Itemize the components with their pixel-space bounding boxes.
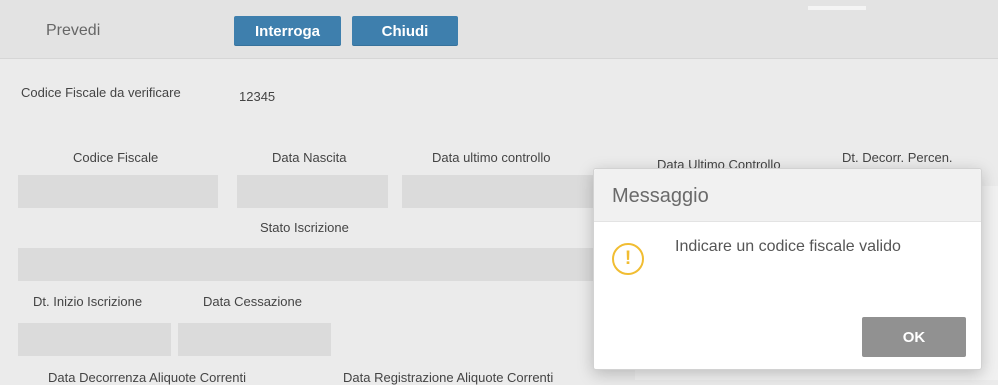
data-ultimo-controllo-header: Data ultimo controllo bbox=[432, 150, 551, 165]
data-nascita-field[interactable] bbox=[237, 175, 388, 208]
ok-button[interactable]: OK bbox=[862, 317, 966, 357]
codice-fiscale-value: 12345 bbox=[239, 89, 276, 104]
codice-fiscale-header: Codice Fiscale bbox=[73, 150, 159, 165]
data-ultimo-controllo-field[interactable] bbox=[402, 175, 602, 208]
codice-fiscale-da-verificare-label: Codice Fiscale da verificare bbox=[21, 85, 181, 100]
data-decorrenza-aliquote-label: Data Decorrenza Aliquote Correnti bbox=[48, 370, 246, 385]
data-cessazione-label: Data Cessazione bbox=[203, 294, 302, 309]
toolbar-title: Prevedi bbox=[46, 22, 101, 39]
dialog-title: Messaggio bbox=[612, 185, 709, 207]
dt-inizio-iscrizione-field[interactable] bbox=[18, 323, 171, 356]
data-cessazione-field[interactable] bbox=[178, 323, 331, 356]
dt-inizio-iscrizione-label: Dt. Inizio Iscrizione bbox=[33, 294, 143, 309]
toolbar: Prevedi Interroga Chiudi bbox=[0, 0, 998, 59]
dt-decorr-percen-header: Dt. Decorr. Percen. bbox=[842, 150, 953, 165]
data-registrazione-aliquote-label: Data Registrazione Aliquote Correnti bbox=[343, 370, 554, 385]
dialog-message: Indicare un codice fiscale valido bbox=[675, 238, 901, 255]
interroga-button[interactable]: Interroga bbox=[234, 16, 341, 46]
data-nascita-header: Data Nascita bbox=[272, 150, 347, 165]
stato-iscrizione-field[interactable] bbox=[18, 248, 602, 281]
message-dialog: Messaggio ! Indicare un codice fiscale v… bbox=[593, 168, 982, 370]
codice-fiscale-field[interactable] bbox=[18, 175, 218, 208]
toolbar-highlight bbox=[808, 6, 866, 10]
chiudi-button[interactable]: Chiudi bbox=[352, 16, 458, 46]
stato-iscrizione-label: Stato Iscrizione bbox=[260, 220, 349, 235]
warning-icon: ! bbox=[612, 243, 644, 275]
